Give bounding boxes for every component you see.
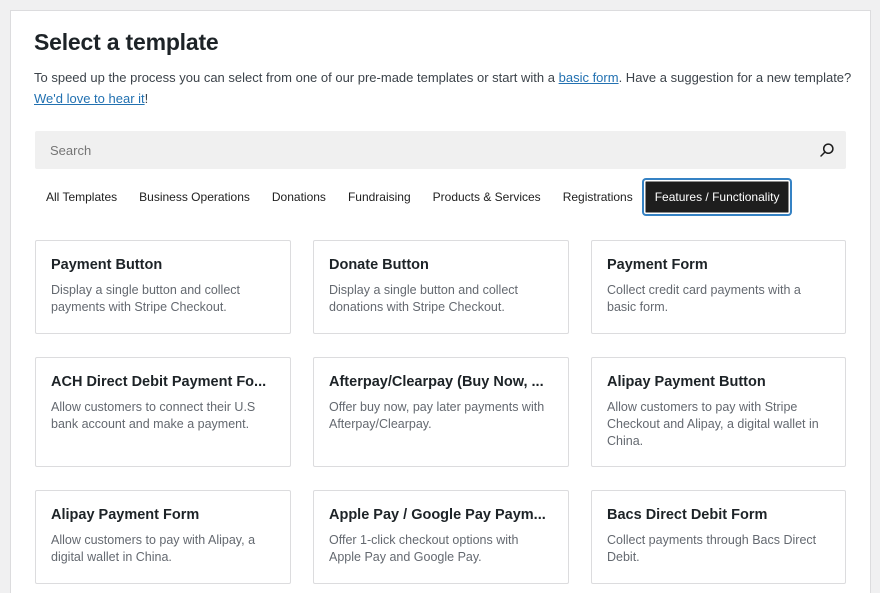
template-card[interactable]: Afterpay/Clearpay (Buy Now, ... Offer bu… (313, 357, 569, 467)
basic-form-link[interactable]: basic form (559, 70, 619, 85)
tab-business-operations[interactable]: Business Operations (128, 179, 261, 215)
template-selector-panel: Select a template To speed up the proces… (10, 10, 871, 593)
template-description: Display a single button and collect dona… (329, 283, 519, 314)
tab-fundraising[interactable]: Fundraising (337, 179, 422, 215)
template-description: Offer 1-click checkout options with Appl… (329, 533, 519, 564)
template-description: Allow customers to pay with Stripe Check… (607, 400, 819, 448)
suggestion-link[interactable]: We'd love to hear it (34, 91, 145, 106)
search-bar (35, 131, 846, 169)
search-icon[interactable] (808, 131, 846, 169)
template-title: Afterpay/Clearpay (Buy Now, ... (329, 374, 544, 390)
template-card[interactable]: Apple Pay / Google Pay Paym... Offer 1-c… (313, 490, 569, 584)
template-description: Offer buy now, pay later payments with A… (329, 400, 545, 431)
search-input[interactable] (35, 131, 808, 169)
category-tabs: All Templates Business Operations Donati… (35, 179, 791, 215)
template-title: Donate Button (329, 257, 429, 273)
template-description: Collect payments through Bacs Direct Deb… (607, 533, 817, 564)
intro-text-part: To speed up the process you can select f… (34, 70, 559, 85)
template-card[interactable]: Payment Form Collect credit card payment… (591, 240, 846, 334)
template-title: Alipay Payment Button (607, 374, 766, 390)
template-card[interactable]: Payment Button Display a single button a… (35, 240, 291, 334)
intro-text-part: . Have a suggestion for a new template? (618, 70, 852, 85)
template-card[interactable]: Donate Button Display a single button an… (313, 240, 569, 334)
template-title: Payment Button (51, 257, 163, 273)
template-title: ACH Direct Debit Payment Fo... (51, 374, 267, 390)
template-description: Allow customers to connect their U.S ban… (51, 400, 256, 431)
template-description: Allow customers to pay with Alipay, a di… (51, 533, 256, 564)
template-card[interactable]: ACH Direct Debit Payment Fo... Allow cus… (35, 357, 291, 467)
tab-donations[interactable]: Donations (261, 179, 337, 215)
template-card[interactable]: Bacs Direct Debit Form Collect payments … (591, 490, 846, 584)
template-title: Alipay Payment Form (51, 507, 200, 523)
intro-text: To speed up the process you can select f… (34, 67, 854, 109)
tab-products-services[interactable]: Products & Services (422, 179, 552, 215)
intro-text-part: ! (144, 91, 149, 106)
template-card[interactable]: Alipay Payment Button Allow customers to… (591, 357, 846, 467)
page-title: Select a template (34, 29, 219, 55)
template-description: Display a single button and collect paym… (51, 283, 241, 314)
tab-registrations[interactable]: Registrations (552, 179, 644, 215)
template-card[interactable]: Alipay Payment Form Allow customers to p… (35, 490, 291, 584)
template-title: Apple Pay / Google Pay Paym... (329, 507, 546, 523)
template-title: Payment Form (607, 257, 708, 273)
tab-features-functionality[interactable]: Features / Functionality (643, 180, 791, 214)
template-description: Collect credit card payments with a basi… (607, 283, 801, 314)
template-title: Bacs Direct Debit Form (607, 507, 768, 523)
tab-all-templates[interactable]: All Templates (35, 179, 128, 215)
